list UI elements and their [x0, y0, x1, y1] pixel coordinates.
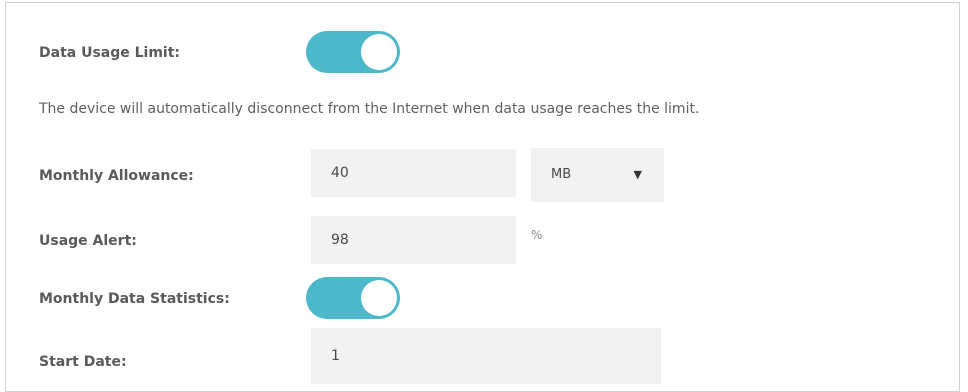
- chevron-down-icon: ▼: [633, 168, 642, 181]
- data-usage-settings-panel: Data Usage Limit: The device will automa…: [5, 2, 960, 392]
- data-usage-limit-description: The device will automatically disconnect…: [39, 101, 700, 117]
- data-usage-limit-toggle[interactable]: [306, 31, 400, 73]
- monthly-allowance-input[interactable]: 40: [311, 149, 516, 197]
- toggle-knob: [361, 34, 397, 70]
- toggle-knob: [361, 280, 397, 316]
- data-usage-limit-label: Data Usage Limit:: [39, 45, 181, 61]
- start-date-input[interactable]: 1: [311, 328, 661, 384]
- monthly-data-statistics-toggle[interactable]: [306, 277, 400, 319]
- start-date-label: Start Date:: [39, 354, 127, 370]
- monthly-allowance-label: Monthly Allowance:: [39, 168, 194, 184]
- usage-alert-input[interactable]: 98: [311, 216, 516, 264]
- usage-alert-label: Usage Alert:: [39, 233, 137, 249]
- usage-alert-unit: %: [531, 228, 543, 242]
- monthly-data-statistics-label: Monthly Data Statistics:: [39, 291, 230, 307]
- monthly-allowance-unit-select[interactable]: MB ▼: [531, 148, 664, 202]
- unit-select-value: MB: [551, 167, 572, 182]
